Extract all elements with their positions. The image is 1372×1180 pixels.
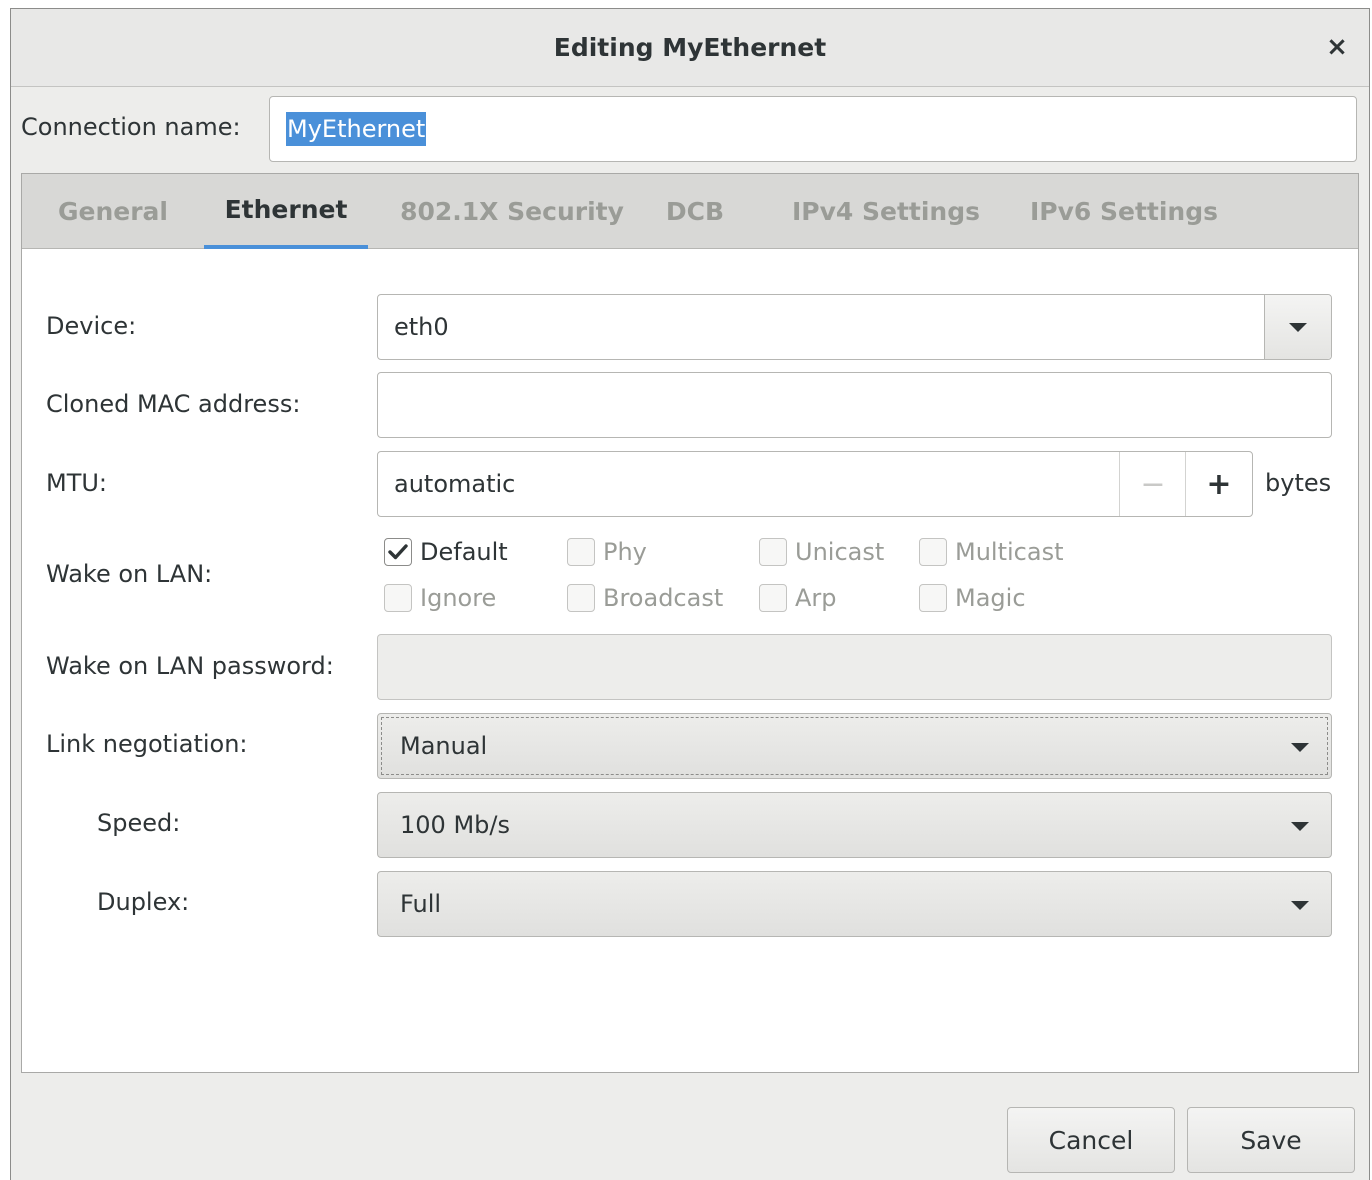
checkbox-box [919, 584, 947, 612]
wol-phy-checkbox[interactable]: Phy [567, 535, 647, 569]
device-value: eth0 [394, 313, 449, 341]
chevron-down-icon [1291, 822, 1309, 831]
wol-default-checkbox[interactable]: Default [384, 535, 508, 569]
window-title: Editing MyEthernet [553, 33, 827, 62]
wol-broadcast-checkbox[interactable]: Broadcast [567, 581, 723, 615]
settings-notebook: General Ethernet 802.1X Security DCB IPv… [21, 173, 1359, 1073]
wol-broadcast-label: Broadcast [603, 584, 724, 612]
connection-name-input[interactable]: MyEthernet [269, 96, 1357, 162]
cloned-mac-input[interactable] [377, 372, 1332, 438]
checkbox-box [384, 584, 412, 612]
mtu-increment-button[interactable]: + [1185, 452, 1252, 516]
mtu-unit-label: bytes [1265, 469, 1332, 497]
checkbox-box [759, 538, 787, 566]
titlebar: Editing MyEthernet × [11, 9, 1369, 87]
mtu-spinbutton[interactable]: automatic − + [377, 451, 1253, 517]
checkbox-box [567, 538, 595, 566]
tab-bar: General Ethernet 802.1X Security DCB IPv… [22, 174, 1358, 249]
wol-magic-label: Magic [955, 584, 1026, 612]
tab-ethernet[interactable]: Ethernet [204, 174, 368, 249]
tab-general[interactable]: General [48, 174, 178, 249]
checkbox-box [759, 584, 787, 612]
mtu-value: automatic [394, 470, 516, 498]
close-icon[interactable]: × [1319, 29, 1355, 65]
checkbox-box [919, 538, 947, 566]
connection-name-value: MyEthernet [286, 112, 427, 146]
chevron-down-icon [1291, 743, 1309, 752]
speed-label: Speed: [97, 809, 181, 837]
cancel-button[interactable]: Cancel [1007, 1107, 1175, 1173]
wol-ignore-checkbox[interactable]: Ignore [384, 581, 496, 615]
device-combo-entry[interactable]: eth0 [377, 294, 1332, 360]
link-negotiation-value: Manual [400, 732, 488, 760]
chevron-down-icon [1291, 901, 1309, 910]
device-label: Device: [46, 312, 137, 340]
tab-ipv6-settings[interactable]: IPv6 Settings [1024, 174, 1224, 249]
dialog-window: Editing MyEthernet × Connection name: My… [10, 8, 1370, 1180]
mtu-label: MTU: [46, 469, 108, 497]
wol-unicast-checkbox[interactable]: Unicast [759, 535, 884, 569]
duplex-value: Full [400, 890, 442, 918]
duplex-label: Duplex: [97, 888, 190, 916]
wol-magic-checkbox[interactable]: Magic [919, 581, 1026, 615]
link-negotiation-label: Link negotiation: [46, 730, 248, 758]
wol-password-input[interactable] [377, 634, 1332, 700]
wol-arp-label: Arp [795, 584, 837, 612]
wol-phy-label: Phy [603, 538, 647, 566]
checkmark-icon [384, 538, 412, 566]
wol-multicast-checkbox[interactable]: Multicast [919, 535, 1063, 569]
connection-name-label: Connection name: [21, 113, 241, 141]
wol-multicast-label: Multicast [955, 538, 1064, 566]
link-negotiation-combo[interactable]: Manual [377, 713, 1332, 779]
save-button[interactable]: Save [1187, 1107, 1355, 1173]
wol-arp-checkbox[interactable]: Arp [759, 581, 837, 615]
tab-dcb[interactable]: DCB [650, 174, 740, 249]
mtu-decrement-button[interactable]: − [1119, 452, 1186, 516]
wol-default-label: Default [420, 538, 508, 566]
tab-ipv4-settings[interactable]: IPv4 Settings [786, 174, 986, 249]
checkbox-box [567, 584, 595, 612]
wake-on-lan-label: Wake on LAN: [46, 560, 213, 588]
speed-value: 100 Mb/s [400, 811, 510, 839]
device-dropdown-button[interactable] [1264, 295, 1331, 359]
speed-combo[interactable]: 100 Mb/s [377, 792, 1332, 858]
wol-password-label: Wake on LAN password: [46, 652, 334, 680]
wol-ignore-label: Ignore [420, 584, 497, 612]
tab-8021x-security[interactable]: 802.1X Security [392, 174, 632, 249]
cloned-mac-label: Cloned MAC address: [46, 390, 301, 418]
duplex-combo[interactable]: Full [377, 871, 1332, 937]
chevron-down-icon [1289, 322, 1307, 332]
wol-unicast-label: Unicast [795, 538, 885, 566]
